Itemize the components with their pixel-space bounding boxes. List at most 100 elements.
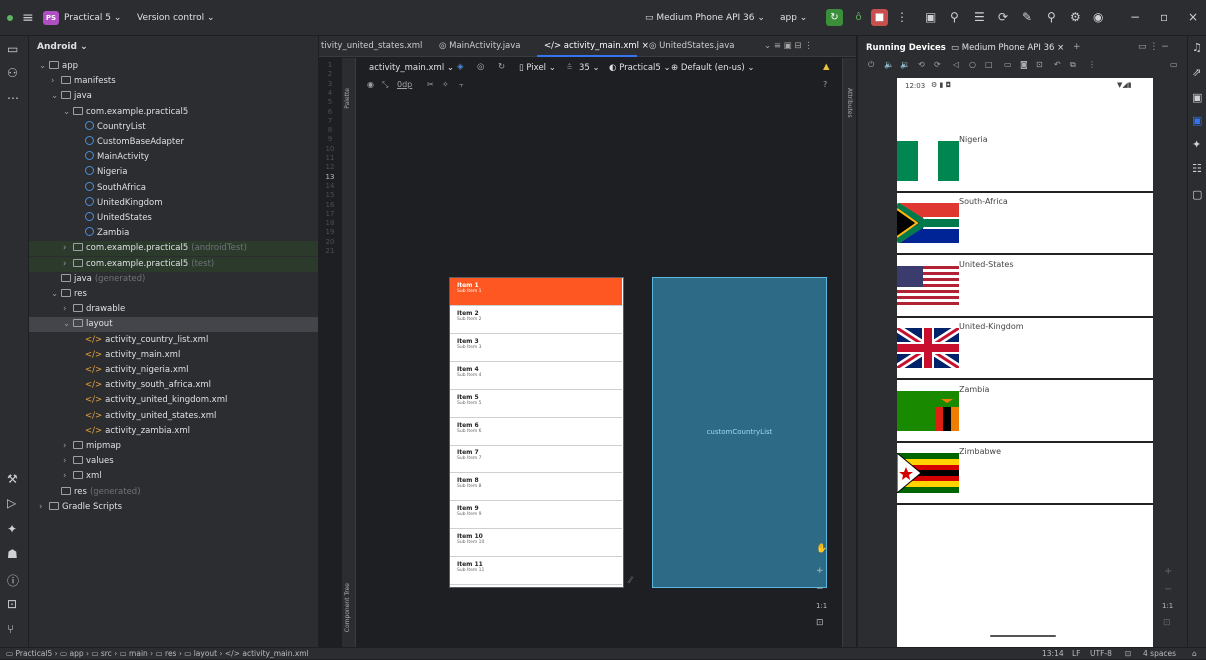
home-icon[interactable]: ○ xyxy=(969,60,976,69)
tree-item[interactable]: ⌄ layout xyxy=(29,317,318,333)
panel-options-icon[interactable]: ▭ ⋮ − xyxy=(1138,42,1169,52)
tree-item[interactable]: › com.example.practical5 (test) xyxy=(29,256,318,272)
rotate-right-icon[interactable]: ⟳ xyxy=(934,60,941,69)
gradle-icon[interactable]: ✎ xyxy=(1022,10,1032,24)
device-selector[interactable]: ▭ Medium Phone API 36 ⌄ xyxy=(645,13,765,23)
list-item[interactable]: Item 6 Sub Item 6 xyxy=(450,418,622,446)
readonly-icon[interactable]: ⊡ xyxy=(1125,648,1131,660)
country-item[interactable]: United-States xyxy=(897,256,1153,318)
sync-icon[interactable]: ⟳ xyxy=(998,10,1008,24)
tree-item[interactable]: › drawable xyxy=(29,302,318,317)
locale-selector[interactable]: ⊕ Default (en-us) ⌄ xyxy=(671,63,755,73)
device-screen[interactable]: 12:03 ⚙ ▮ ◘ ▼◢▮ Nigeria South-Africa Unite… xyxy=(897,78,1153,647)
list-item[interactable]: Item 8 Sub Item 8 xyxy=(450,473,622,502)
notifications-icon[interactable]: ♫ xyxy=(1192,41,1202,54)
main-menu-icon[interactable]: ≡ xyxy=(22,10,34,26)
close-icon[interactable]: × xyxy=(1188,10,1198,24)
breadcrumb[interactable]: ▭ Practical5 › ▭ app › ▭ src › ▭ main › … xyxy=(6,648,309,660)
design-canvas[interactable]: Item 1 Sub Item 1 Item 2 Sub Item 2 Item 3 Su… xyxy=(357,94,842,647)
device-zoom-in-icon[interactable]: + xyxy=(1164,566,1172,577)
component-tree-label[interactable]: Component Tree xyxy=(344,583,351,632)
tree-arrow-icon[interactable]: › xyxy=(63,241,73,256)
tree-item[interactable]: › com.example.practical5 (androidTest) xyxy=(29,241,318,257)
list-item[interactable]: Item 10 Sub Item 10 xyxy=(450,529,622,558)
tab-activity-main[interactable]: </> activity_main.xml × xyxy=(544,41,649,51)
git-tool-icon[interactable]: ⑂ xyxy=(7,622,14,636)
project-badge[interactable]: PS xyxy=(43,11,59,25)
tree-arrow-icon[interactable]: › xyxy=(63,469,73,484)
tree-item[interactable]: › mipmap xyxy=(29,439,318,454)
more-icon[interactable]: ⋮ xyxy=(896,10,908,24)
run-config-selector[interactable]: app ⌄ xyxy=(780,13,807,23)
list-item[interactable]: Item 4 Sub Item 4 xyxy=(450,362,622,390)
tree-item[interactable]: UnitedKingdom xyxy=(29,196,318,211)
run-tool-icon[interactable]: ▷ xyxy=(7,496,16,510)
tree-item[interactable]: java (generated) xyxy=(29,272,318,287)
tab-main-activity[interactable]: ◎ MainActivity.java xyxy=(439,41,521,51)
list-item[interactable]: Item 11 Sub Item 11 xyxy=(450,557,622,585)
country-item[interactable]: Zambia xyxy=(897,381,1153,443)
tree-item[interactable]: </> activity_united_kingdom.xml xyxy=(29,393,318,408)
attributes-strip[interactable]: Attributes xyxy=(842,58,856,647)
tree-arrow-icon[interactable]: › xyxy=(63,302,73,317)
device-frame-icon[interactable]: ▭ xyxy=(1170,60,1178,69)
help-icon[interactable]: ? xyxy=(823,80,827,89)
country-item[interactable]: United-Kingdom xyxy=(897,318,1153,381)
indent-setting[interactable]: 4 spaces xyxy=(1143,648,1176,660)
project-tool-icon[interactable]: ▭ xyxy=(7,42,18,56)
volume-up-icon[interactable]: 🔈 xyxy=(884,60,894,69)
guidelines-icon[interactable]: ⫟ xyxy=(459,80,464,90)
gemini-icon[interactable]: ✦ xyxy=(1192,138,1201,151)
tree-arrow-icon[interactable]: › xyxy=(63,439,73,454)
zoom-out-icon[interactable]: − xyxy=(816,584,824,594)
tree-item[interactable]: › xml xyxy=(29,469,318,484)
device-manager-icon[interactable]: ▣ xyxy=(925,10,936,24)
list-item[interactable]: Item 3 Sub Item 3 xyxy=(450,334,622,362)
overview-icon[interactable]: □ xyxy=(985,60,993,69)
zoom-in-icon[interactable]: + xyxy=(816,566,824,576)
build-tool-icon[interactable]: ⚒ xyxy=(7,472,18,486)
volume-down-icon[interactable]: 🔉 xyxy=(900,60,910,69)
list-item[interactable]: Item 2 Sub Item 2 xyxy=(450,306,622,334)
tree-arrow-icon[interactable]: ⌄ xyxy=(51,89,61,104)
tree-arrow-icon[interactable]: › xyxy=(51,74,61,89)
tree-item[interactable]: Nigeria xyxy=(29,165,318,180)
tree-item[interactable]: </> activity_main.xml xyxy=(29,348,318,363)
search-icon[interactable]: ⚲ xyxy=(1047,10,1056,24)
list-item[interactable]: Item 9 Sub Item 9 xyxy=(450,501,622,530)
record-icon[interactable]: ⊡ xyxy=(1036,60,1043,69)
version-control-menu[interactable]: Version control ⌄ xyxy=(137,13,215,23)
api-level-selector[interactable]: 35 ⌄ xyxy=(579,63,600,73)
tree-item[interactable]: CountryList xyxy=(29,120,318,135)
country-item[interactable]: Nigeria xyxy=(897,131,1153,193)
list-item[interactable]: Item 5 Sub Item 5 xyxy=(450,390,622,418)
project-view-selector[interactable]: Android ⌄ xyxy=(37,42,88,52)
services-tool-icon[interactable]: ✦ xyxy=(7,522,17,536)
tree-item[interactable]: MainActivity xyxy=(29,150,318,165)
tree-arrow-icon[interactable]: ⌄ xyxy=(39,59,49,74)
infer-constraints-icon[interactable]: ✧ xyxy=(442,80,449,89)
minimize-icon[interactable]: − xyxy=(1130,10,1140,24)
tree-arrow-icon[interactable]: › xyxy=(39,500,49,515)
settings-icon[interactable]: ⚙ xyxy=(1070,10,1081,24)
tree-item[interactable]: ⌄ java xyxy=(29,89,318,104)
tree-item[interactable]: SouthAfrica xyxy=(29,181,318,196)
project-selector[interactable]: Practical 5 ⌄ xyxy=(64,13,121,23)
palette-panel[interactable]: Palette Component Tree xyxy=(342,58,356,647)
list-item[interactable]: Item 1 Sub Item 1 xyxy=(450,278,622,306)
tree-item[interactable]: Zambia xyxy=(29,226,318,241)
running-device-tab[interactable]: ▭ Medium Phone API 36 × xyxy=(951,43,1064,53)
lock-icon[interactable]: ⌂ xyxy=(1192,648,1197,660)
emulator-list-icon[interactable]: ☷ xyxy=(1192,162,1202,175)
layout-file-selector[interactable]: activity_main.xml ⌄ xyxy=(369,63,454,73)
tab-activity-united-states[interactable]: tivity_united_states.xml xyxy=(321,41,422,51)
design-mode-icon[interactable]: ◈ xyxy=(457,62,464,72)
tree-arrow-icon[interactable]: ⌄ xyxy=(51,287,61,302)
extended-controls-icon[interactable]: ⧉ xyxy=(1070,60,1076,70)
device-zoom-fit-icon[interactable]: ⊡ xyxy=(1163,618,1171,628)
terminal-tool-icon[interactable]: ⊡ xyxy=(7,597,17,611)
device-zoom-actual[interactable]: 1:1 xyxy=(1162,602,1173,610)
tree-item[interactable]: </> activity_united_states.xml xyxy=(29,409,318,424)
device-preview-selector[interactable]: ▯ Pixel ⌄ xyxy=(519,63,556,73)
line-separator[interactable]: LF xyxy=(1072,648,1081,660)
